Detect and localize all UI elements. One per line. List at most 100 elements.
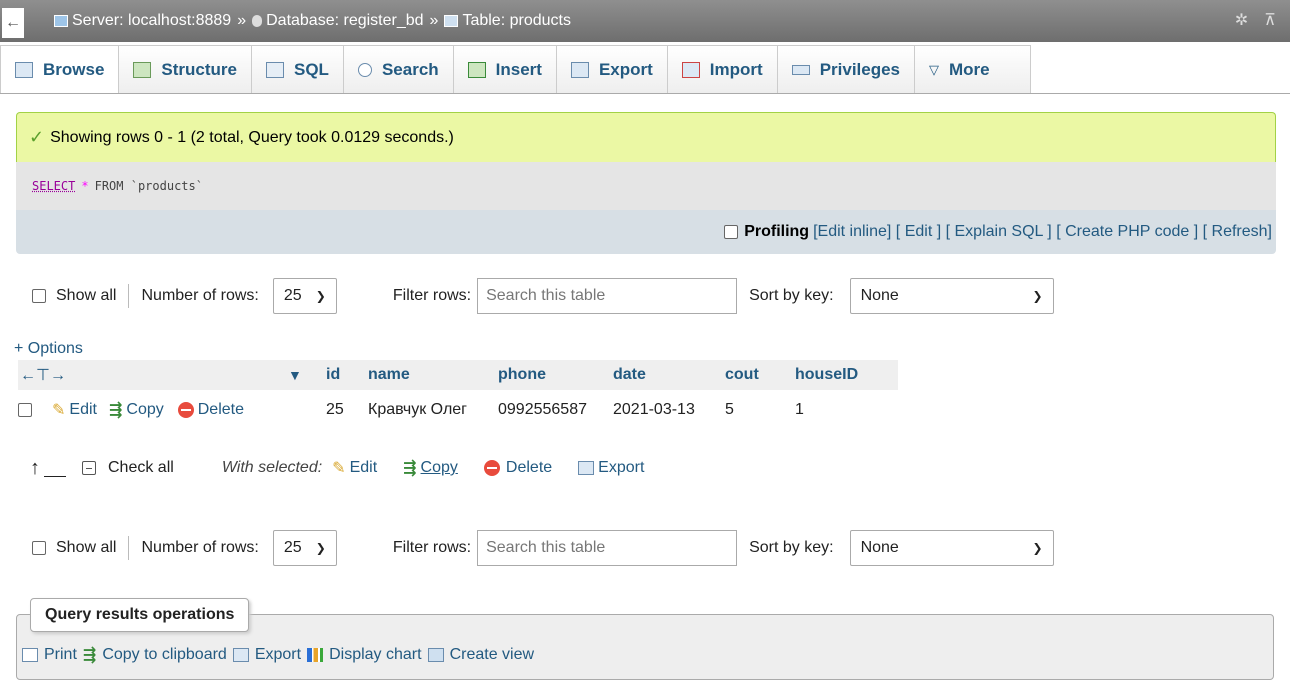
tab-privileges[interactable]: Privileges <box>776 45 916 93</box>
bulk-delete-link[interactable]: Delete <box>506 459 552 477</box>
rows-per-page-select[interactable]: 25 ❯ <box>272 530 337 566</box>
copy-icon: ⇶ <box>403 460 417 477</box>
row-checkbox[interactable] <box>18 403 32 417</box>
options-toggle[interactable]: + Options <box>14 340 83 358</box>
tab-structure[interactable]: Structure <box>118 45 252 93</box>
browse-icon <box>15 61 33 78</box>
breadcrumb-separator: » <box>429 12 439 29</box>
column-arrows-icon[interactable]: ←⊤→ <box>18 365 288 385</box>
number-of-rows-label: Number of rows: <box>141 287 259 304</box>
cell-id[interactable]: 25 <box>326 401 368 419</box>
divider <box>128 536 130 560</box>
number-of-rows-label: Number of rows: <box>141 539 259 556</box>
export-link[interactable]: Export <box>255 646 301 664</box>
back-arrow-icon[interactable]: ← <box>2 8 24 38</box>
query-results-operations-legend: Query results operations <box>30 598 250 632</box>
sort-by-key-select[interactable]: None ❯ <box>849 530 1054 566</box>
table-row: ✎ Edit ⇶ Copy Delete 25 Кравчук Олег 099… <box>18 390 898 430</box>
export-icon <box>578 461 595 475</box>
create-php-link[interactable]: [ Create PHP code ] <box>1056 223 1198 241</box>
profiling-checkbox[interactable] <box>724 225 739 239</box>
sql-query-rest: FROM `products` <box>94 179 203 193</box>
breadcrumb: Server: localhost:8889 » Database: regis… <box>54 12 571 30</box>
collapse-top-icon[interactable]: ⊼ <box>1264 10 1276 30</box>
column-header-cout[interactable]: cout <box>725 366 795 384</box>
filter-rows-input[interactable]: Search this table <box>477 278 738 314</box>
bulk-export-link[interactable]: Export <box>598 459 644 477</box>
column-header-name[interactable]: name <box>368 366 498 384</box>
check-all-label[interactable]: Check all <box>108 459 174 477</box>
cell-phone[interactable]: 0992556587 <box>498 401 613 419</box>
bulk-copy-link[interactable]: Copy <box>421 459 458 477</box>
explain-sql-link[interactable]: [ Explain SQL ] <box>946 223 1052 241</box>
sort-by-key-select[interactable]: None ❯ <box>849 278 1054 314</box>
settings-gear-icon[interactable]: ✲ <box>1235 10 1248 30</box>
success-message: ✓ Showing rows 0 - 1 (2 total, Query too… <box>16 112 1276 162</box>
cell-name[interactable]: Кравчук Олег <box>368 401 498 419</box>
column-header-phone[interactable]: phone <box>498 366 613 384</box>
tab-export[interactable]: Export <box>555 45 668 93</box>
export-icon <box>570 61 589 78</box>
pencil-icon: ✎ <box>332 460 346 477</box>
column-header-date[interactable]: date <box>613 366 725 384</box>
search-icon <box>357 62 372 77</box>
tab-bar: Browse Structure SQL Search Insert Expor… <box>0 44 1290 94</box>
results-table: ←⊤→ ▼ id name phone date cout houseID ✎ … <box>18 360 898 430</box>
chevron-down-icon: ▽ <box>929 61 940 77</box>
row-delete-link[interactable]: Delete <box>198 401 244 419</box>
check-all-checkbox[interactable] <box>82 461 96 475</box>
copy-icon: ⇶ <box>82 647 97 664</box>
copy-to-clipboard-link[interactable]: Copy to clipboard <box>102 646 227 664</box>
tab-insert[interactable]: Insert <box>452 45 557 93</box>
edit-link[interactable]: [ Edit ] <box>896 223 941 241</box>
show-all-label: Show all <box>56 539 117 556</box>
tab-search[interactable]: Search <box>342 45 454 93</box>
top-breadcrumb-bar: ← Server: localhost:8889 » Database: reg… <box>0 0 1290 42</box>
sql-star: * <box>81 179 89 193</box>
tab-sql[interactable]: SQL <box>251 45 344 93</box>
chevron-down-icon: ❯ <box>1032 289 1043 303</box>
import-icon <box>681 61 700 78</box>
create-view-link[interactable]: Create view <box>450 646 534 664</box>
print-link[interactable]: Print <box>44 646 77 664</box>
breadcrumb-table[interactable]: Table: products <box>444 12 571 30</box>
breadcrumb-separator: » <box>237 12 247 29</box>
bulk-actions-row: ↑ Check all With selected: ✎ Edit ⇶ Copy… <box>30 448 644 488</box>
sort-by-key-label: Sort by key: <box>749 539 834 556</box>
sort-by-key-label: Sort by key: <box>749 287 834 304</box>
row-actions: ✎ Edit ⇶ Copy Delete <box>18 400 326 420</box>
chart-icon <box>307 648 324 662</box>
breadcrumb-database[interactable]: Database: register_bd <box>252 12 424 30</box>
tab-more[interactable]: ▽ More <box>914 45 1031 93</box>
show-all-checkbox[interactable] <box>32 541 46 555</box>
sort-dropdown-icon[interactable]: ▼ <box>288 367 326 383</box>
cell-houseid[interactable]: 1 <box>795 401 875 419</box>
chevron-down-icon: ❯ <box>315 541 326 555</box>
cell-date[interactable]: 2021-03-13 <box>613 401 725 419</box>
bulk-edit-link[interactable]: Edit <box>350 459 378 477</box>
breadcrumb-server[interactable]: Server: localhost:8889 <box>54 12 231 30</box>
sql-query-display: SELECT * FROM `products` <box>16 162 1276 210</box>
tab-browse[interactable]: Browse <box>0 45 120 93</box>
refresh-link[interactable]: [ Refresh] <box>1203 223 1272 241</box>
column-header-houseid[interactable]: houseID <box>795 366 875 384</box>
table-icon <box>444 15 459 27</box>
edit-inline-link[interactable]: [Edit inline] <box>813 223 891 241</box>
row-edit-link[interactable]: Edit <box>69 401 97 419</box>
sql-keyword[interactable]: SELECT <box>32 179 75 193</box>
show-all-label: Show all <box>56 287 117 304</box>
checkmark-icon: ✓ <box>29 127 45 147</box>
database-icon <box>252 15 263 27</box>
tab-import[interactable]: Import <box>666 45 778 93</box>
cell-cout[interactable]: 5 <box>725 401 795 419</box>
rows-per-page-select[interactable]: 25 ❯ <box>272 278 337 314</box>
structure-icon <box>133 61 152 78</box>
chevron-down-icon: ❯ <box>315 289 326 303</box>
filter-rows-input[interactable]: Search this table <box>477 530 738 566</box>
show-all-checkbox[interactable] <box>32 289 46 303</box>
row-copy-link[interactable]: Copy <box>126 401 163 419</box>
display-chart-link[interactable]: Display chart <box>329 646 421 664</box>
delete-icon <box>177 402 194 418</box>
query-tools-bar: Profiling [Edit inline] [ Edit ] [ Expla… <box>16 210 1276 254</box>
column-header-id[interactable]: id <box>326 366 368 384</box>
